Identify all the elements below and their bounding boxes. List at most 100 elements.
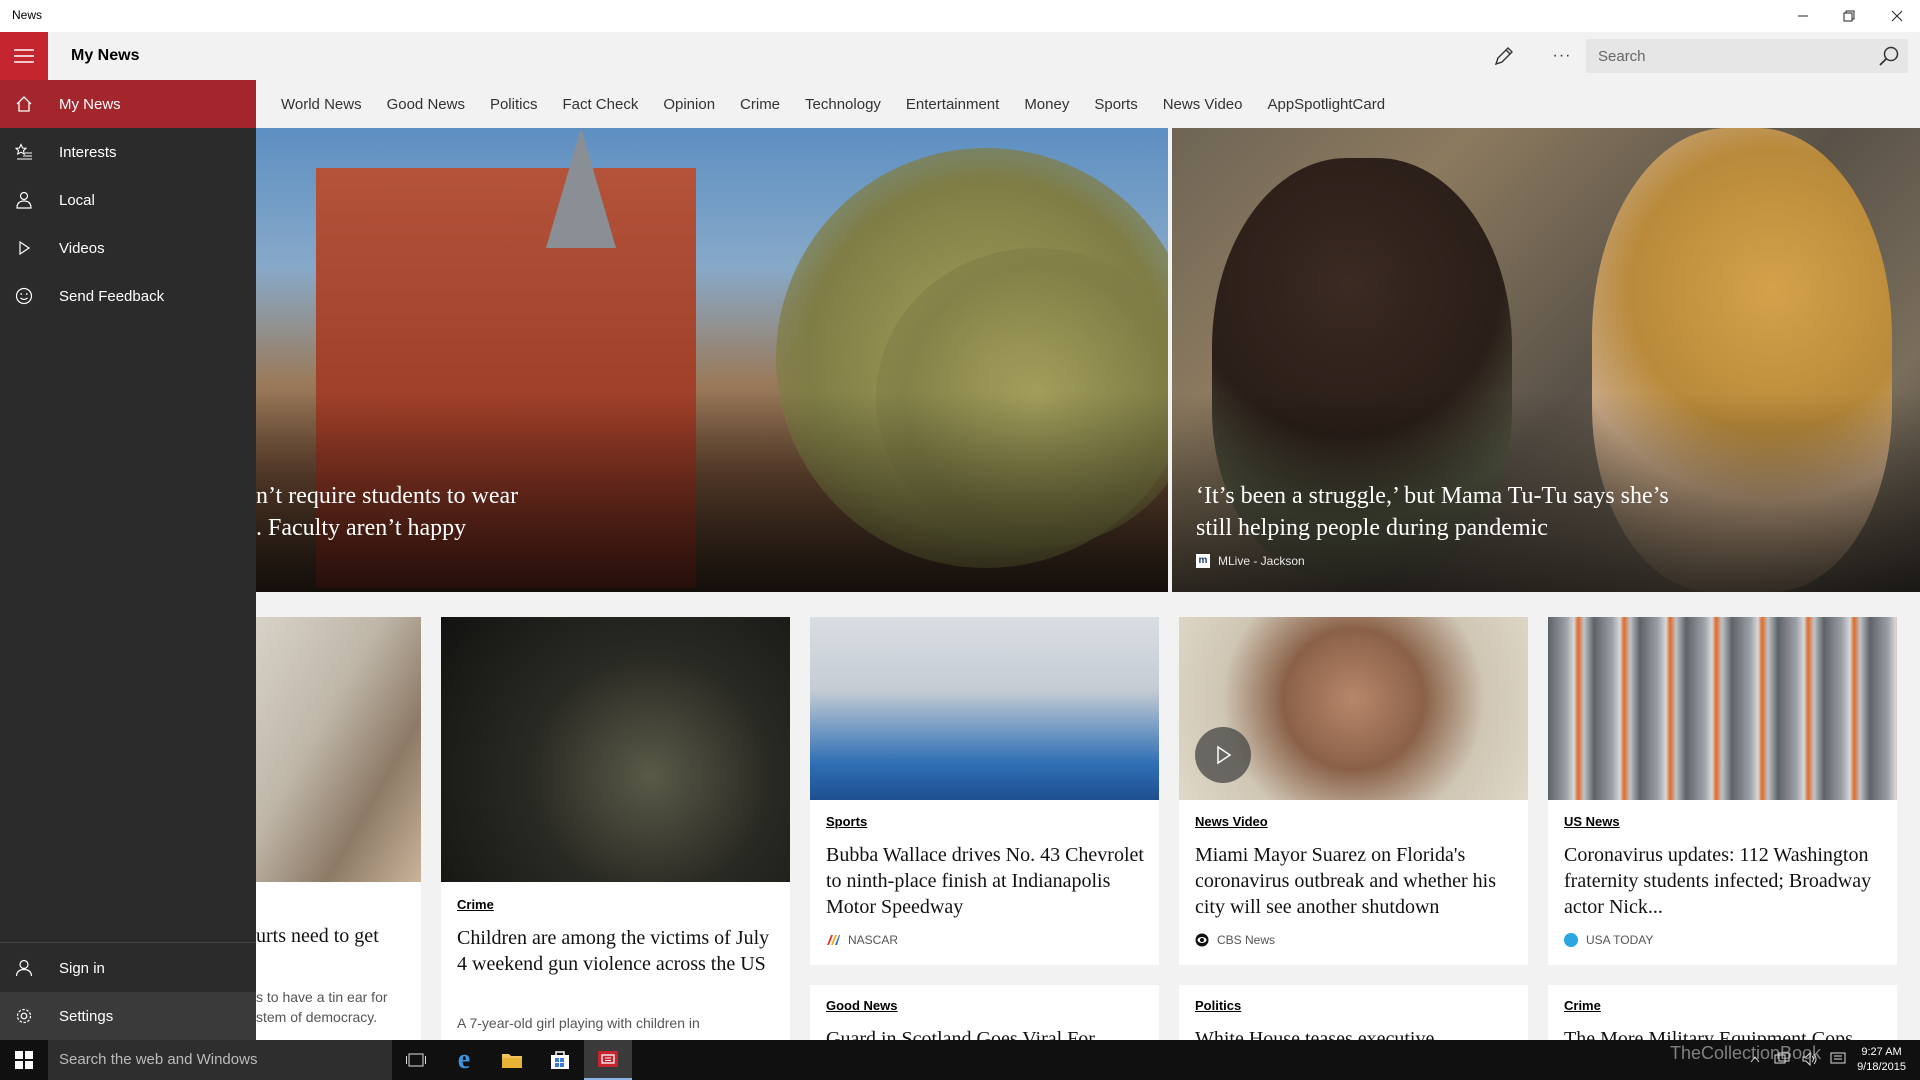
- hero-headline: n’t require students to wear . Faculty a…: [256, 483, 519, 541]
- nav-item-settings[interactable]: Settings: [0, 992, 256, 1040]
- restore-button[interactable]: [1826, 0, 1872, 32]
- tab-sports[interactable]: Sports: [1094, 96, 1137, 113]
- watermark-text: TheCollectionBook: [1670, 1043, 1822, 1063]
- nav-item-sign-in[interactable]: Sign in: [0, 944, 256, 992]
- more-button[interactable]: ···: [1546, 40, 1578, 72]
- cbs-eye-logo-icon: [1195, 933, 1209, 947]
- close-button[interactable]: [1874, 0, 1920, 32]
- card-source: CBS News: [1195, 933, 1275, 947]
- card-category[interactable]: Crime: [457, 897, 494, 912]
- gear-icon: [0, 1007, 48, 1025]
- nascar-logo-icon: [827, 935, 840, 945]
- start-button[interactable]: [0, 1040, 48, 1080]
- taskbar-file-explorer[interactable]: [488, 1040, 536, 1080]
- tab-crime[interactable]: Crime: [740, 96, 780, 113]
- hamburger-button[interactable]: [0, 32, 48, 80]
- hamburger-icon: [14, 49, 34, 63]
- taskbar-news-app[interactable]: [584, 1040, 632, 1080]
- edge-browser-icon: e: [457, 1044, 471, 1075]
- folder-icon: [502, 1054, 522, 1068]
- news-card[interactable]: Crime The More Military Equipment Cops: [1548, 985, 1897, 1040]
- navigation-pane: My News Interests Local Videos Send Feed…: [0, 80, 256, 1040]
- person-icon: [0, 959, 48, 977]
- news-card[interactable]: Sports Bubba Wallace drives No. 43 Chevr…: [810, 617, 1159, 965]
- news-card[interactable]: Crime Children are among the victims of …: [441, 617, 790, 1040]
- card-category[interactable]: Sports: [826, 814, 867, 829]
- taskbar-clock[interactable]: 9:27 AM 9/18/2015: [1857, 1045, 1906, 1075]
- card-snippet: A 7-year-old girl playing with children …: [457, 1015, 700, 1031]
- hero-headline: ‘It’s been a struggle,’ but Mama Tu-Tu s…: [1196, 483, 1669, 541]
- nav-divider: [0, 942, 256, 943]
- nav-item-my-news[interactable]: My News: [0, 80, 256, 128]
- tab-politics[interactable]: Politics: [490, 96, 538, 113]
- mlive-logo-icon: m: [1196, 554, 1210, 568]
- card-source: USA TODAY: [1564, 933, 1653, 947]
- app-title: News: [12, 8, 43, 22]
- card-title: White House teases executive: [1195, 1028, 1435, 1040]
- minimize-button[interactable]: [1780, 0, 1826, 32]
- page-title: My News: [71, 47, 140, 64]
- tab-app-spotlight-card[interactable]: AppSpotlightCard: [1267, 96, 1385, 113]
- title-bar: News: [0, 0, 1920, 32]
- card-category[interactable]: Politics: [1195, 998, 1241, 1013]
- tab-entertainment[interactable]: Entertainment: [906, 96, 999, 113]
- card-snippet: s to have a tin ear for stem of democrac…: [256, 989, 388, 1025]
- tab-world-news[interactable]: World News: [281, 96, 362, 113]
- play-icon: [1217, 745, 1232, 765]
- nav-item-interests[interactable]: Interests: [0, 128, 256, 176]
- restore-icon: [1843, 10, 1855, 22]
- news-card[interactable]: Politics White House teases executive: [1179, 985, 1528, 1040]
- task-view-button[interactable]: [392, 1040, 440, 1080]
- hero-story-left[interactable]: n’t require students to wear . Faculty a…: [256, 128, 1168, 592]
- home-icon: [0, 95, 48, 113]
- news-card[interactable]: US News Coronavirus updates: 112 Washing…: [1548, 617, 1897, 965]
- tab-news-video[interactable]: News Video: [1163, 96, 1243, 113]
- tab-technology[interactable]: Technology: [805, 96, 881, 113]
- tab-fact-check[interactable]: Fact Check: [562, 96, 638, 113]
- tab-opinion[interactable]: Opinion: [663, 96, 715, 113]
- hero-story-right[interactable]: ‘It’s been a struggle,’ but Mama Tu-Tu s…: [1172, 128, 1920, 592]
- usa-today-logo-icon: [1564, 933, 1578, 947]
- card-image: [256, 617, 421, 882]
- edit-button[interactable]: [1488, 40, 1520, 72]
- card-image: [441, 617, 790, 882]
- app-header: My News ···: [0, 32, 1920, 80]
- card-source: NASCAR: [826, 933, 898, 947]
- action-center-icon[interactable]: [1830, 1052, 1846, 1069]
- news-card[interactable]: News Video Miami Mayor Suarez on Florida…: [1179, 617, 1528, 965]
- nav-item-send-feedback[interactable]: Send Feedback: [0, 272, 256, 320]
- nav-item-local[interactable]: Local: [0, 176, 256, 224]
- card-image: [1548, 617, 1897, 800]
- task-view-icon: [406, 1053, 426, 1067]
- tab-good-news[interactable]: Good News: [387, 96, 465, 113]
- taskbar-edge[interactable]: e: [440, 1040, 488, 1080]
- news-app-icon: [598, 1051, 618, 1067]
- taskbar-search[interactable]: Search the web and Windows: [48, 1040, 392, 1080]
- card-title: The More Military Equipment Cops: [1564, 1028, 1853, 1040]
- card-category[interactable]: US News: [1564, 814, 1620, 829]
- hero-source: m MLive - Jackson: [1196, 554, 1305, 568]
- search-icon[interactable]: [1878, 45, 1900, 67]
- taskbar-store[interactable]: [536, 1040, 584, 1080]
- search-box: [1586, 39, 1908, 73]
- card-title: urts need to get: [256, 925, 379, 947]
- card-category[interactable]: Crime: [1564, 998, 1601, 1013]
- tab-money[interactable]: Money: [1024, 96, 1069, 113]
- search-input[interactable]: [1586, 39, 1866, 73]
- nav-item-videos[interactable]: Videos: [0, 224, 256, 272]
- card-title: Guard in Scotland Goes Viral For: [826, 1028, 1095, 1040]
- card-category[interactable]: News Video: [1195, 814, 1268, 829]
- card-category[interactable]: Good News: [826, 998, 898, 1013]
- person-pin-icon: [0, 191, 48, 209]
- card-image: [810, 617, 1159, 800]
- category-tabs: World News Good News Politics Fact Check…: [256, 80, 1385, 128]
- smiley-icon: [0, 287, 48, 305]
- windows-logo-icon: [15, 1051, 33, 1069]
- card-title: Bubba Wallace drives No. 43 Chevrolet to…: [826, 844, 1144, 918]
- play-video-button[interactable]: [1195, 727, 1251, 783]
- close-icon: [1891, 10, 1903, 22]
- star-list-icon: [0, 143, 48, 161]
- news-card[interactable]: urts need to get s to have a tin ear for…: [256, 617, 421, 1040]
- news-card[interactable]: Good News Guard in Scotland Goes Viral F…: [810, 985, 1159, 1040]
- store-bag-icon: [551, 1051, 569, 1069]
